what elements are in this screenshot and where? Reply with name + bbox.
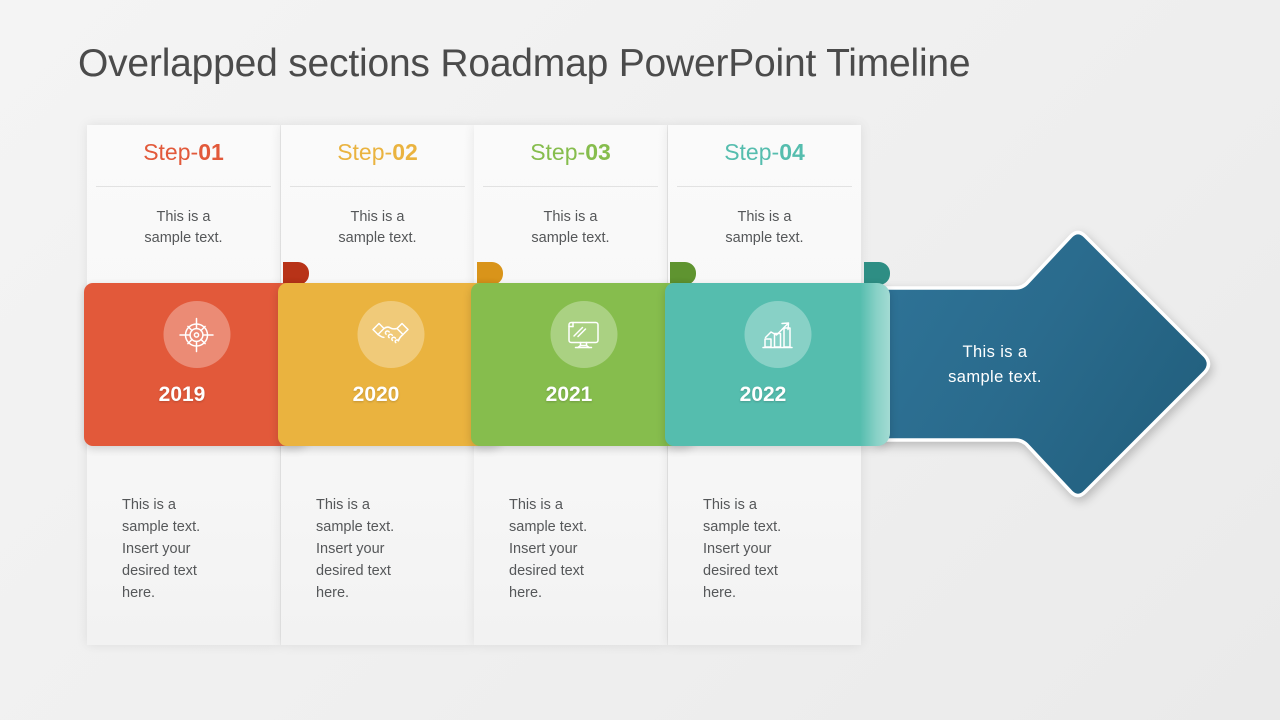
step-top-text-3: This is a sample text. [531,209,610,246]
step-top-text-1: This is a sample text. [144,209,223,246]
step-number-3: 03 [585,139,611,165]
step-bottom-text-1: This is a sample text. Insert your desir… [122,497,201,601]
step-header-2: Step-02 [281,139,474,166]
step-label-2: Step- [337,139,393,165]
icon-badge-1 [163,301,230,368]
step-bottom-text-4: This is a sample text. Insert your desir… [703,497,782,601]
step-number-2: 02 [392,139,418,165]
step-divider-2 [290,186,465,187]
growth-chart-icon [757,314,799,356]
step-header-1: Step-01 [87,139,280,166]
ribbon-body-1: 2019 [84,283,309,446]
monitor-icon [563,314,605,356]
step-divider-1 [96,186,271,187]
step-bottom-text-3: This is a sample text. Insert your desir… [509,497,588,601]
step-divider-3 [483,186,658,187]
icon-badge-3 [550,301,617,368]
step-number-1: 01 [198,139,224,165]
ribbon-year-2: 2020 [352,383,400,406]
arrow-label: This is a sample text. [948,343,1042,386]
ribbon-year-3: 2021 [545,383,593,406]
ribbon-curl-4 [860,283,890,446]
step-top-text-4: This is a sample text. [725,209,804,246]
step-number-4: 04 [779,139,805,165]
step-divider-4 [677,186,852,187]
step-bottom-text-2: This is a sample text. Insert your desir… [316,497,395,601]
icon-badge-4 [744,301,811,368]
ribbon-banner-1[interactable]: 2019 [84,262,309,446]
ribbon-body-2: 2020 [278,283,503,446]
step-header-3: Step-03 [474,139,667,166]
ribbon-banner-4[interactable]: 2022 [665,262,890,446]
ribbon-fold-3 [670,262,696,285]
ribbon-banner-2[interactable]: 2020 [278,262,503,446]
ribbon-fold-1 [283,262,309,285]
step-label-3: Step- [530,139,586,165]
ribbon-fold-2 [477,262,503,285]
ribbon-body-4: 2022 [665,283,890,446]
step-header-4: Step-04 [668,139,861,166]
page-title: Overlapped sections Roadmap PowerPoint T… [78,42,971,85]
step-label-4: Step- [724,139,780,165]
ribbon-year-4: 2022 [739,383,787,406]
step-label-1: Step- [143,139,199,165]
ribbon-fold-4 [864,262,890,285]
ribbon-year-1: 2019 [158,383,206,406]
step-top-text-2: This is a sample text. [338,209,417,246]
slide-canvas: Overlapped sections Roadmap PowerPoint T… [0,0,1280,720]
ribbon-banner-3[interactable]: 2021 [471,262,696,446]
target-icon [177,315,217,355]
handshake-icon [370,314,412,356]
ribbon-body-3: 2021 [471,283,696,446]
icon-badge-2 [357,301,424,368]
